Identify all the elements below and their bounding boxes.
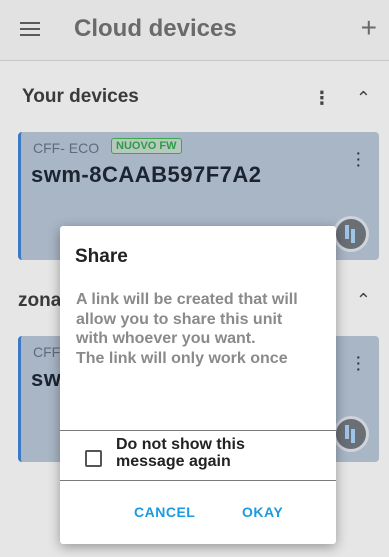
device-model: CFF [33,344,61,360]
cancel-button[interactable]: CANCEL [134,504,195,520]
checkbox-label-line: message again [116,453,231,470]
dont-show-again-label[interactable]: Do not show this message again [116,436,245,470]
device-name: sw [31,366,62,391]
section-title-zona: zona [18,290,62,311]
page-title: Cloud devices [74,15,237,42]
dialog-message-line: allow you to share this unit [76,310,283,328]
dialog-message-line: A link will be created that will [76,291,298,308]
dont-show-again-checkbox[interactable] [85,450,102,467]
dialog-title: Share [75,246,128,267]
collapse-chevron-icon[interactable]: ⌃ [356,88,371,108]
divider [60,430,336,431]
device-name: swm-8CAAB597F7A2 [31,162,262,187]
device-model: CFF- ECO [33,140,100,156]
signal-status-icon [333,416,369,452]
section-tools: ⋮ ⌃ [313,88,371,109]
device-more-icon[interactable]: · · · [356,350,361,376]
add-device-icon[interactable]: + [361,14,377,42]
dialog-message-line: The link will only work once [76,349,288,367]
device-more-icon[interactable]: · · · [356,146,361,172]
okay-button[interactable]: OKAY [242,504,283,520]
new-firmware-badge: NUOVO FW [111,138,182,154]
dialog-message: A link will be created that will allow y… [76,290,326,368]
divider [60,480,336,481]
checkbox-label-line: Do not show this [116,436,245,453]
collapse-chevron-icon[interactable]: ⌃ [356,290,371,310]
hamburger-menu-icon[interactable] [20,22,40,36]
dialog-message-line: with whoever you want. [76,330,256,347]
section-more-icon[interactable]: ⋮ [313,88,331,108]
top-app-bar: Cloud devices + [0,0,389,61]
share-dialog: Share A link will be created that will a… [60,226,336,544]
signal-status-icon [333,216,369,252]
section-tools-2: ⌃ [356,290,371,311]
section-title-your-devices: Your devices [22,86,139,107]
